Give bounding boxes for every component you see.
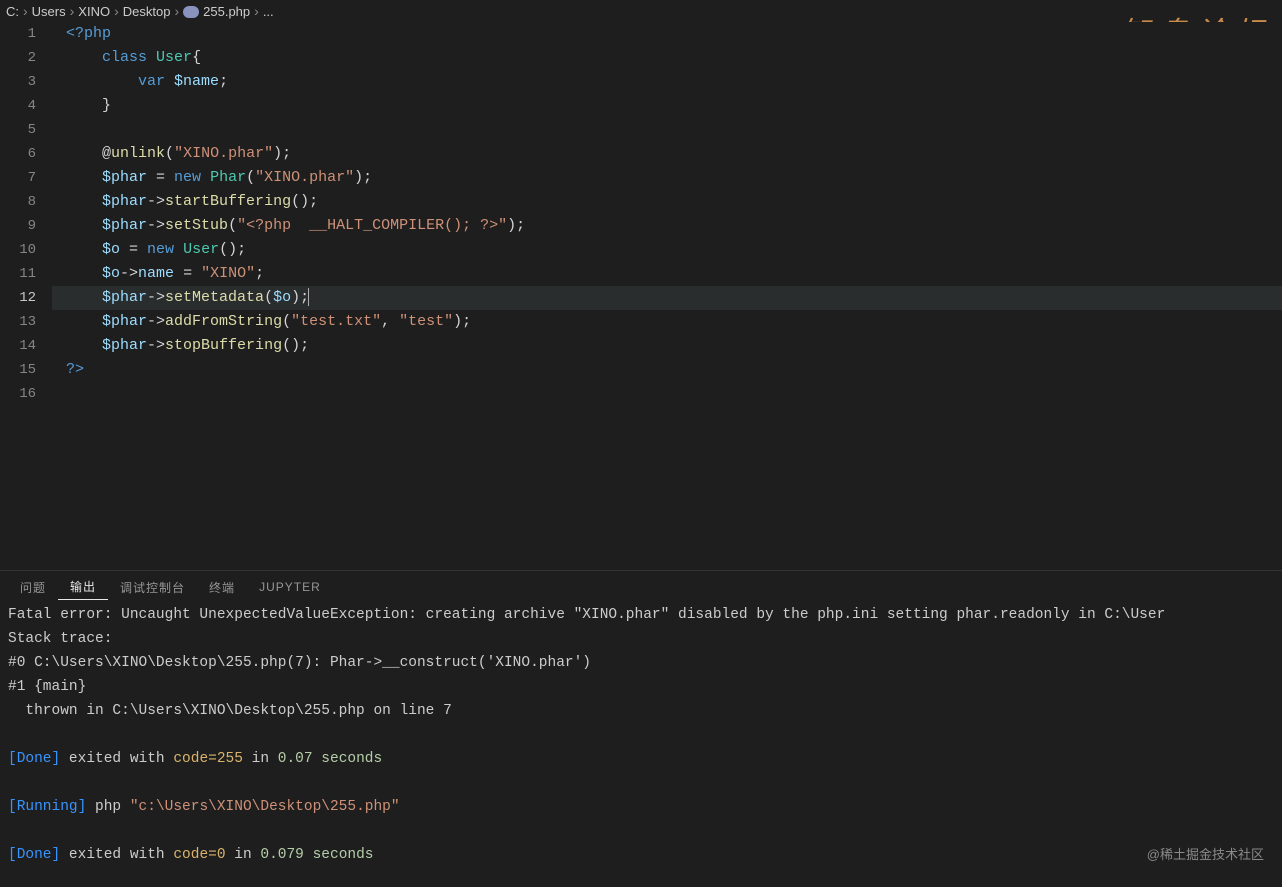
line-number: 11 — [0, 262, 36, 286]
code-line[interactable]: class User{ — [52, 46, 1282, 70]
code-editor[interactable]: 12345678910111213141516 <?php class User… — [0, 22, 1282, 570]
output-line: Fatal error: Uncaught UnexpectedValueExc… — [8, 603, 1274, 627]
line-number: 14 — [0, 334, 36, 358]
code-line[interactable]: @unlink("XINO.phar"); — [52, 142, 1282, 166]
line-number: 12 — [0, 286, 36, 310]
code-line[interactable] — [52, 382, 1282, 406]
line-number: 8 — [0, 190, 36, 214]
line-number: 16 — [0, 382, 36, 406]
code-line[interactable] — [52, 118, 1282, 142]
code-line[interactable]: ?> — [52, 358, 1282, 382]
output-panel[interactable]: Fatal error: Uncaught UnexpectedValueExc… — [0, 603, 1282, 867]
panel-tab[interactable]: JUPYTER — [247, 576, 333, 598]
line-number: 5 — [0, 118, 36, 142]
panel-tab[interactable]: 输出 — [58, 574, 108, 600]
breadcrumb-item[interactable]: C: — [6, 4, 19, 19]
panel-tabs: 问题输出调试控制台终端JUPYTER — [0, 571, 1282, 603]
code-line[interactable]: $phar->setStub("<?php __HALT_COMPILER();… — [52, 214, 1282, 238]
php-file-icon — [183, 6, 199, 18]
breadcrumb: C: › Users › XINO › Desktop › 255.php › … — [0, 0, 1282, 22]
output-line — [8, 723, 1274, 747]
code-line[interactable]: <?php — [52, 22, 1282, 46]
chevron-right-icon: › — [23, 3, 28, 19]
line-number: 3 — [0, 70, 36, 94]
code-line[interactable]: $phar->stopBuffering(); — [52, 334, 1282, 358]
chevron-right-icon: › — [70, 3, 75, 19]
line-number: 2 — [0, 46, 36, 70]
breadcrumb-item[interactable]: XINO — [78, 4, 110, 19]
output-line: thrown in C:\Users\XINO\Desktop\255.php … — [8, 699, 1274, 723]
line-number: 9 — [0, 214, 36, 238]
output-line: [Done] exited with code=0 in 0.079 secon… — [8, 843, 1274, 867]
output-line: [Running] php "c:\Users\XINO\Desktop\255… — [8, 795, 1274, 819]
code-line[interactable]: var $name; — [52, 70, 1282, 94]
breadcrumb-item[interactable]: Desktop — [123, 4, 171, 19]
code-line[interactable]: $phar = new Phar("XINO.phar"); — [52, 166, 1282, 190]
text-cursor — [308, 288, 309, 306]
bottom-panel: 问题输出调试控制台终端JUPYTER Fatal error: Uncaught… — [0, 570, 1282, 867]
chevron-right-icon: › — [174, 3, 179, 19]
line-number: 1 — [0, 22, 36, 46]
code-area[interactable]: <?php class User{ var $name; } @unlink("… — [52, 22, 1282, 570]
code-line[interactable]: $phar->setMetadata($o); — [52, 286, 1282, 310]
watermark-bottom: @稀土掘金技术社区 — [1147, 844, 1264, 863]
code-line[interactable]: } — [52, 94, 1282, 118]
line-number: 13 — [0, 310, 36, 334]
breadcrumb-item[interactable]: ... — [263, 4, 274, 19]
breadcrumb-item[interactable]: 255.php — [203, 4, 250, 19]
breadcrumb-item[interactable]: Users — [32, 4, 66, 19]
code-line[interactable]: $phar->addFromString("test.txt", "test")… — [52, 310, 1282, 334]
line-number-gutter: 12345678910111213141516 — [0, 22, 52, 570]
line-number: 6 — [0, 142, 36, 166]
panel-tab[interactable]: 终端 — [197, 575, 247, 600]
code-line[interactable]: $phar->startBuffering(); — [52, 190, 1282, 214]
output-line — [8, 819, 1274, 843]
chevron-right-icon: › — [254, 3, 259, 19]
output-line: Stack trace: — [8, 627, 1274, 651]
chevron-right-icon: › — [114, 3, 119, 19]
output-line: #0 C:\Users\XINO\Desktop\255.php(7): Pha… — [8, 651, 1274, 675]
line-number: 10 — [0, 238, 36, 262]
line-number: 7 — [0, 166, 36, 190]
line-number: 15 — [0, 358, 36, 382]
code-line[interactable]: $o->name = "XINO"; — [52, 262, 1282, 286]
panel-tab[interactable]: 问题 — [8, 575, 58, 600]
line-number: 4 — [0, 94, 36, 118]
output-line: [Done] exited with code=255 in 0.07 seco… — [8, 747, 1274, 771]
panel-tab[interactable]: 调试控制台 — [108, 575, 197, 600]
code-line[interactable]: $o = new User(); — [52, 238, 1282, 262]
output-line: #1 {main} — [8, 675, 1274, 699]
output-line — [8, 771, 1274, 795]
